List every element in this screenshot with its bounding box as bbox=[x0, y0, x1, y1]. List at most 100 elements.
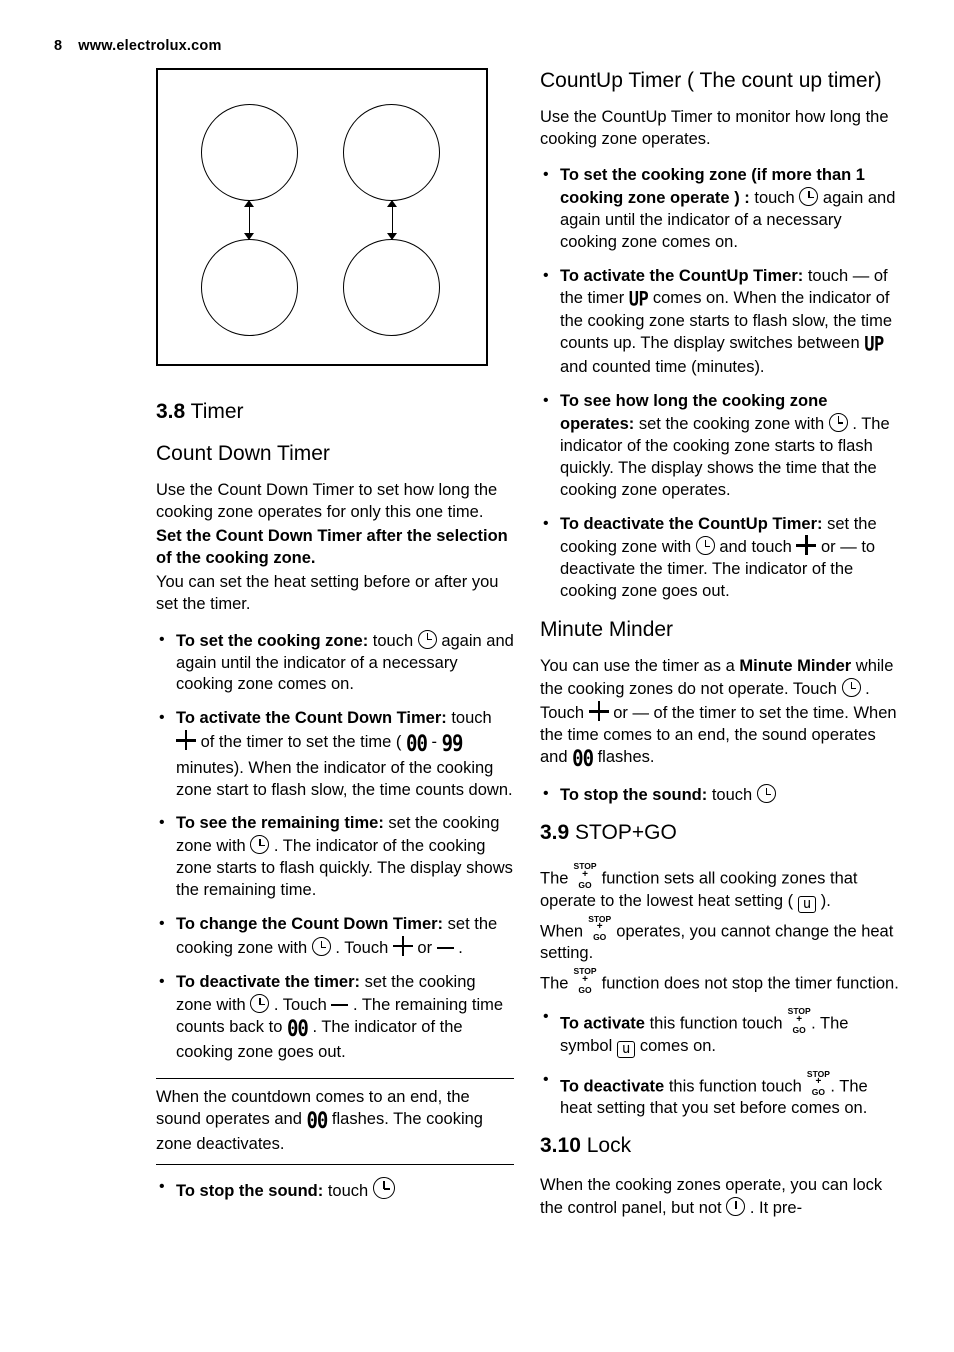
bullet-text: or bbox=[816, 538, 841, 557]
stopgo-paragraph-3: The STOP + GO function does not stop the t… bbox=[540, 967, 902, 995]
bullet-text: minutes). When the indicator of the cook… bbox=[176, 758, 513, 799]
bullet-lead: To stop the sound: bbox=[560, 786, 708, 805]
countup-bullet-list: To set the cooking zone (if more than 1 … bbox=[540, 164, 902, 604]
bullet-lead: To set the cooking zone: bbox=[176, 631, 369, 650]
section-heading-3-9: 3.9 STOP+GO bbox=[540, 821, 902, 846]
bullet-lead: To activate the CountUp Timer: bbox=[560, 266, 804, 285]
website-url: www.electrolux.com bbox=[78, 38, 222, 54]
lock-text-a: When the cooking zones operate, you can … bbox=[540, 1176, 883, 1217]
sg-text-c: ). bbox=[816, 891, 831, 910]
minute-minder-paragraph: You can use the timer as a Minute Minder… bbox=[540, 656, 902, 772]
display-digits-00: 00 bbox=[286, 1015, 309, 1042]
cooking-zone-top-left bbox=[201, 104, 298, 201]
lock-paragraph: When the cooking zones operate, you can … bbox=[540, 1175, 902, 1220]
lock-text-b: . It pre- bbox=[749, 1198, 803, 1217]
bullet-text: comes on. bbox=[635, 1036, 717, 1055]
minus-icon bbox=[331, 996, 349, 1013]
clock-icon bbox=[250, 994, 270, 1014]
minus-glyph: — bbox=[840, 538, 857, 557]
section-title: STOP+GO bbox=[575, 821, 677, 845]
bullet-lead: To deactivate the timer: bbox=[176, 973, 360, 992]
bullet-text: . bbox=[453, 939, 463, 958]
bullet-text: touch bbox=[707, 786, 757, 805]
minus-glyph: — bbox=[632, 704, 649, 723]
list-item: To activate this function touch STOP+GO.… bbox=[540, 1006, 902, 1058]
clock-icon bbox=[841, 678, 861, 698]
count-down-intro: Use the Count Down Timer to set how long… bbox=[156, 480, 498, 521]
stop-go-icon: STOP + GO bbox=[806, 1068, 830, 1098]
mm-bold: Minute Minder bbox=[739, 657, 852, 676]
list-item: To deactivate the timer: set the cooking… bbox=[156, 971, 514, 1064]
list-item: To stop the sound: touch bbox=[540, 783, 902, 807]
clock-icon bbox=[799, 187, 819, 206]
display-digits-00: 00 bbox=[572, 746, 594, 773]
stop-go-icon: STOP + GO bbox=[573, 966, 597, 995]
stop-go-icon: STOP + GO bbox=[787, 1006, 811, 1035]
display-symbol-u: u bbox=[797, 895, 817, 913]
display-digits-00: 00 bbox=[406, 731, 428, 758]
bullet-text: this function touch bbox=[644, 1014, 788, 1033]
clock-icon bbox=[372, 1177, 395, 1200]
bullet-lead: To see the remaining time: bbox=[176, 814, 384, 833]
sg3-text-b: function does not stop the timer functio… bbox=[597, 974, 899, 993]
onoff-icon bbox=[726, 1196, 746, 1216]
bullet-text: . Touch bbox=[335, 939, 393, 958]
bullet-lead: To change the Count Down Timer: bbox=[176, 915, 444, 934]
cooking-zone-top-right bbox=[343, 104, 440, 201]
list-item: To set the cooking zone: touch again and… bbox=[156, 629, 514, 697]
page-number: 8 bbox=[54, 38, 63, 54]
bullet-text: or bbox=[412, 939, 437, 958]
clock-icon bbox=[417, 629, 437, 649]
subheading-countup-timer: CountUp Timer ( The count up timer) bbox=[540, 69, 882, 92]
subheading-count-down-timer: Count Down Timer bbox=[156, 441, 330, 465]
left-column: 3.8 Timer Count Down Timer Use the Count… bbox=[156, 68, 514, 1217]
right-column: CountUp Timer ( The count up timer) Use … bbox=[540, 68, 902, 1222]
clock-icon bbox=[695, 536, 715, 556]
hob-zone-diagram bbox=[156, 68, 488, 366]
bullet-text: . Touch bbox=[273, 996, 332, 1015]
bullet-text: touch bbox=[323, 1182, 373, 1201]
sg3-text-a: The bbox=[540, 974, 574, 993]
bullet-lead: To stop the sound: bbox=[176, 1182, 324, 1201]
bullet-text: touch bbox=[368, 631, 418, 650]
list-item: To set the cooking zone (if more than 1 … bbox=[540, 164, 902, 254]
display-up: UP bbox=[864, 333, 884, 357]
cooking-zone-bottom-left bbox=[201, 239, 298, 336]
bullet-text: and counted time (minutes). bbox=[560, 357, 765, 376]
section-heading-3-8: 3.8 Timer bbox=[156, 400, 514, 425]
plus-icon bbox=[176, 730, 196, 751]
list-item: To activate the CountUp Timer: touch — o… bbox=[540, 265, 902, 379]
double-arrow-right bbox=[386, 200, 398, 240]
clock-icon bbox=[250, 835, 270, 855]
bullet-text: and touch bbox=[714, 538, 797, 557]
count-down-heat-setting-note: You can set the heat setting before or a… bbox=[156, 572, 499, 613]
minus-glyph: — bbox=[852, 266, 870, 285]
double-arrow-left bbox=[243, 200, 255, 240]
bullet-text: touch bbox=[803, 266, 853, 285]
list-item: To deactivate the CountUp Timer: set the… bbox=[540, 513, 902, 604]
plus-icon bbox=[392, 936, 413, 957]
list-item: To see the remaining time: set the cooki… bbox=[156, 812, 514, 902]
section-number: 3.8 bbox=[156, 400, 186, 423]
count-down-bullet-list: To set the cooking zone: touch again and… bbox=[156, 629, 514, 1065]
display-digits-00: 00 bbox=[306, 1108, 328, 1134]
clock-icon bbox=[311, 937, 331, 957]
display-symbol-u: u bbox=[616, 1040, 636, 1058]
bullet-lead: To deactivate the CountUp Timer: bbox=[560, 514, 823, 533]
list-item: To change the Count Down Timer: set the … bbox=[156, 913, 514, 960]
section-number: 3.10 bbox=[540, 1134, 581, 1158]
list-item: To stop the sound: touch bbox=[156, 1176, 514, 1203]
stopgo-paragraph-2: When STOP + GO operates, you cannot change… bbox=[540, 915, 902, 965]
section-heading-3-10: 3.10 Lock bbox=[540, 1134, 902, 1159]
bullet-text: set the cooking zone with bbox=[634, 414, 829, 433]
count-down-bold-note-text: Set the Count Down Timer after the selec… bbox=[156, 526, 508, 567]
bullet-text: of the timer to set the time ( bbox=[196, 733, 406, 752]
section-title: Lock bbox=[586, 1134, 632, 1158]
stop-sound-list: To stop the sound: touch bbox=[156, 1176, 514, 1203]
clock-icon bbox=[828, 412, 848, 432]
section-number: 3.9 bbox=[540, 821, 570, 845]
mm-text-f: flashes. bbox=[593, 748, 655, 767]
subheading-minute-minder: Minute Minder bbox=[540, 618, 674, 642]
minus-icon bbox=[436, 939, 454, 956]
stopgo-paragraph-1: The STOP + GO function sets all cooking zo… bbox=[540, 862, 902, 913]
